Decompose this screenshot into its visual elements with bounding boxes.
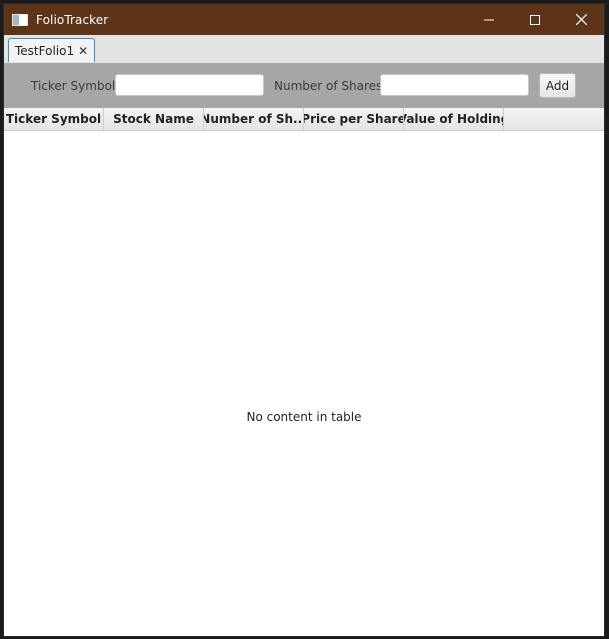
tab-label: TestFolio1: [15, 43, 75, 58]
table-body[interactable]: No content in table: [4, 131, 604, 631]
column-header-stock-name[interactable]: Stock Name: [104, 108, 204, 130]
ticker-symbol-input[interactable]: [115, 74, 264, 96]
column-header-number-of-shares[interactable]: Number of Sh...: [204, 108, 304, 130]
column-header-price-per-share[interactable]: Price per Share: [304, 108, 404, 130]
number-of-shares-input[interactable]: [380, 74, 529, 96]
column-header-value-of-holding[interactable]: Value of Holding: [404, 108, 504, 130]
number-of-shares-label: Number of Shares: [274, 78, 383, 93]
title-bar[interactable]: FolioTracker: [4, 4, 604, 35]
tab-testfolio1[interactable]: TestFolio1 ✕: [8, 38, 96, 62]
window-title: FolioTracker: [36, 12, 109, 27]
window-controls: [466, 4, 604, 35]
maximize-icon: [530, 14, 540, 25]
app-window: FolioTracker TestFolio1 ✕ Ticker Symbol …: [4, 4, 604, 636]
empty-table-message: No content in table: [246, 410, 362, 424]
app-icon: [12, 13, 28, 26]
input-toolbar: Ticker Symbol Number of Shares Add: [4, 63, 604, 108]
close-icon: [575, 14, 587, 25]
table-header: Ticker Symbol Stock Name Number of Sh...…: [4, 108, 604, 131]
tab-bar: TestFolio1 ✕: [4, 35, 604, 63]
maximize-button[interactable]: [512, 4, 558, 35]
close-button[interactable]: [558, 4, 604, 35]
minimize-button[interactable]: [466, 4, 512, 35]
add-button[interactable]: Add: [539, 73, 576, 98]
column-header-ticker-symbol[interactable]: Ticker Symbol: [4, 108, 104, 130]
tab-close-icon[interactable]: ✕: [78, 44, 88, 58]
minimize-icon: [484, 19, 494, 20]
ticker-symbol-label: Ticker Symbol: [31, 78, 116, 93]
